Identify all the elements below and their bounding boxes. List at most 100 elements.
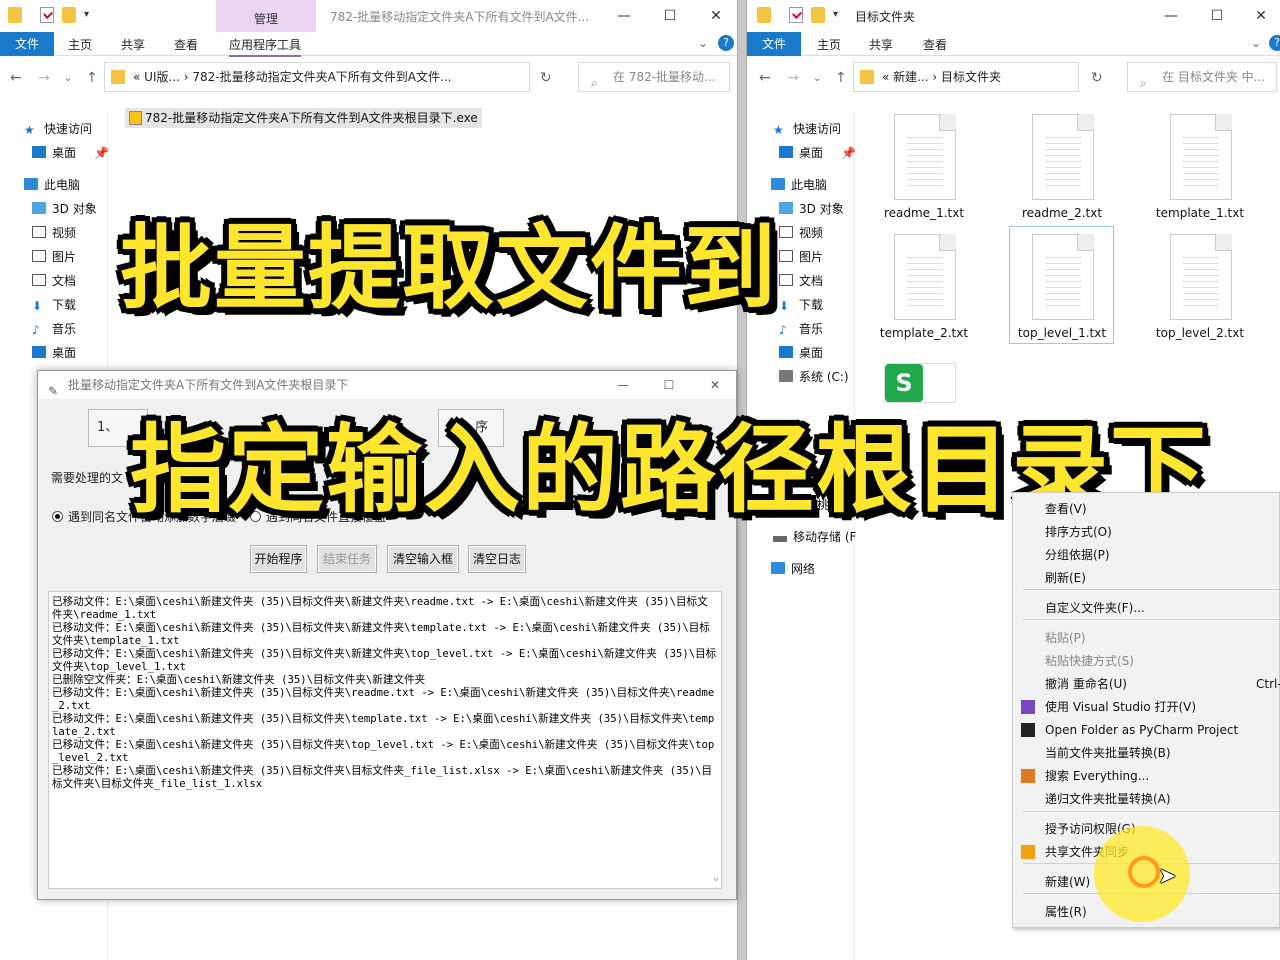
menu-item[interactable]: 分组依据(P): [1013, 544, 1279, 566]
nav-desktop-2[interactable]: 桌面: [32, 342, 76, 364]
file-name[interactable]: readme_1.txt: [864, 206, 984, 220]
nav-network[interactable]: 网络: [771, 558, 815, 580]
search-input[interactable]: ⌕ 在 782-批量移动...: [578, 62, 730, 92]
nav-quick-access[interactable]: ★ 快速访问: [24, 118, 92, 140]
nav-videos[interactable]: 视频: [779, 222, 823, 244]
nav-drive-c[interactable]: 系统 (C:): [779, 366, 849, 388]
close-button[interactable]: ✕: [696, 4, 736, 28]
nav-3d[interactable]: 3D 对象: [32, 198, 97, 220]
menu-item[interactable]: 查看(V): [1013, 498, 1279, 520]
help-icon[interactable]: ?: [718, 35, 734, 51]
text-file-icon[interactable]: [1164, 114, 1232, 200]
nav-music[interactable]: ♪ 音乐: [32, 318, 76, 340]
start-button[interactable]: 开始程序: [250, 545, 307, 573]
star-icon: ★: [24, 123, 35, 137]
tab-home[interactable]: 主页: [68, 36, 92, 53]
forward-icon[interactable]: →: [38, 70, 50, 86]
text-line: [1045, 143, 1081, 144]
log-output[interactable]: 已移动文件：E:\桌面\ceshi\新建文件夹 (35)\目标文件夹\新建文件夹…: [48, 591, 722, 889]
chevron-down-icon[interactable]: ⌄: [1251, 36, 1261, 50]
nav-downloads[interactable]: ⬇ 下载: [32, 294, 76, 316]
tab-home[interactable]: 主页: [817, 36, 841, 53]
recent-chevron-icon[interactable]: ⌄: [64, 73, 72, 84]
address-bar[interactable]: « UI版... › 782-批量移动指定文件夹A下所有文件到A文件...: [104, 62, 530, 92]
tab-view[interactable]: 查看: [174, 36, 198, 53]
nav-music[interactable]: ♪ 音乐: [779, 318, 823, 340]
menu-item[interactable]: 撤消 重命名(U) Ctrl-: [1013, 673, 1280, 695]
text-line: [1183, 173, 1219, 174]
nav-3d[interactable]: 3D 对象: [779, 198, 844, 220]
nav-videos[interactable]: 视频: [32, 222, 76, 244]
scroll-down-icon[interactable]: ⌄: [713, 871, 719, 884]
file-name[interactable]: readme_2.txt: [1002, 206, 1122, 220]
chevron-down-icon[interactable]: ▾: [84, 9, 94, 25]
maximize-button[interactable]: ☐: [650, 4, 690, 28]
menu-item[interactable]: 当前文件夹批量转换(B): [1013, 742, 1279, 764]
text-file-icon[interactable]: [1026, 114, 1094, 200]
refresh-icon[interactable]: ↻: [540, 70, 552, 86]
context-tab-manage[interactable]: 管理: [216, 0, 316, 32]
tab-app-tools[interactable]: 应用程序工具: [229, 36, 302, 57]
address-bar[interactable]: « 新建... › 目标文件夹: [853, 62, 1079, 92]
up-icon[interactable]: ↑: [835, 70, 847, 86]
close-button[interactable]: ✕: [1241, 4, 1280, 28]
properties-icon[interactable]: [40, 7, 54, 23]
nav-pictures[interactable]: 图片: [779, 246, 823, 268]
maximize-button[interactable]: ☐: [1197, 4, 1237, 28]
text-file-icon[interactable]: [888, 114, 956, 200]
nav-documents[interactable]: 文档: [779, 270, 823, 292]
menu-item[interactable]: 粘贴快捷方式(S): [1013, 650, 1279, 672]
file-name[interactable]: template_2.txt: [864, 326, 984, 340]
help-icon[interactable]: ?: [1269, 35, 1280, 51]
nav-documents[interactable]: 文档: [32, 270, 76, 292]
refresh-icon[interactable]: ↻: [1091, 70, 1103, 86]
file-name[interactable]: template_1.txt: [1140, 206, 1260, 220]
minimize-button[interactable]: —: [1151, 4, 1191, 28]
tab-file[interactable]: 文件: [747, 32, 801, 56]
menu-item[interactable]: 自定义文件夹(F)...: [1013, 597, 1279, 619]
nav-pictures[interactable]: 图片: [32, 246, 76, 268]
menu-item[interactable]: Open Folder as PyCharm Project: [1013, 719, 1279, 741]
minimize-button[interactable]: —: [604, 4, 644, 28]
text-line: [907, 269, 943, 270]
document-icon: [779, 274, 793, 286]
page-shape: [1032, 114, 1094, 200]
tab-view[interactable]: 查看: [923, 36, 947, 53]
tab-share[interactable]: 共享: [869, 36, 893, 53]
search-input[interactable]: ⌕ 在 目标文件夹 中...: [1127, 62, 1277, 92]
stop-button[interactable]: 结束任务: [317, 545, 377, 573]
new-folder-icon[interactable]: [62, 7, 76, 23]
nav-this-pc[interactable]: 此电脑: [771, 174, 827, 196]
back-icon[interactable]: ←: [10, 70, 22, 86]
menu-item[interactable]: 粘贴(P): [1013, 627, 1279, 649]
forward-icon[interactable]: →: [787, 70, 799, 86]
tab-file[interactable]: 文件: [0, 32, 54, 56]
up-icon[interactable]: ↑: [86, 70, 98, 86]
menu-item[interactable]: 搜索 Everything...: [1013, 765, 1279, 787]
nav-desktop[interactable]: 桌面 📌: [779, 142, 856, 164]
clear-log-button[interactable]: 清空日志: [468, 545, 526, 573]
menu-item[interactable]: 刷新(E): [1013, 567, 1279, 589]
folder-icon: [8, 7, 22, 23]
nav-downloads[interactable]: ⬇ 下载: [779, 294, 823, 316]
nav-desktop-2[interactable]: 桌面: [779, 342, 823, 364]
nav-this-pc[interactable]: 此电脑: [24, 174, 80, 196]
menu-item[interactable]: 递归文件夹批量转换(A): [1013, 788, 1279, 810]
nav-desktop[interactable]: 桌面 📌: [32, 142, 109, 164]
chevron-down-icon[interactable]: ▾: [833, 9, 843, 25]
new-folder-icon[interactable]: [811, 7, 825, 23]
nav-quick-access[interactable]: ★ 快速访问: [773, 118, 841, 140]
properties-icon[interactable]: [789, 7, 803, 23]
tab-share[interactable]: 共享: [121, 36, 145, 53]
clear-input-button[interactable]: 清空输入框: [387, 545, 459, 573]
menu-item[interactable]: 排序方式(O): [1013, 521, 1279, 543]
exe-file-item[interactable]: 782-批量移动指定文件夹A下所有文件到A文件夹根目录下.exe: [125, 108, 482, 128]
recent-chevron-icon[interactable]: ⌄: [813, 73, 821, 84]
nav-label: 图片: [799, 250, 824, 264]
text-file-icon[interactable]: [1164, 234, 1232, 320]
text-file-icon[interactable]: [888, 234, 956, 320]
chevron-down-icon[interactable]: ⌄: [698, 36, 708, 50]
menu-item[interactable]: 使用 Visual Studio 打开(V): [1013, 696, 1279, 718]
file-name[interactable]: top_level_2.txt: [1140, 326, 1260, 340]
back-icon[interactable]: ←: [759, 70, 771, 86]
